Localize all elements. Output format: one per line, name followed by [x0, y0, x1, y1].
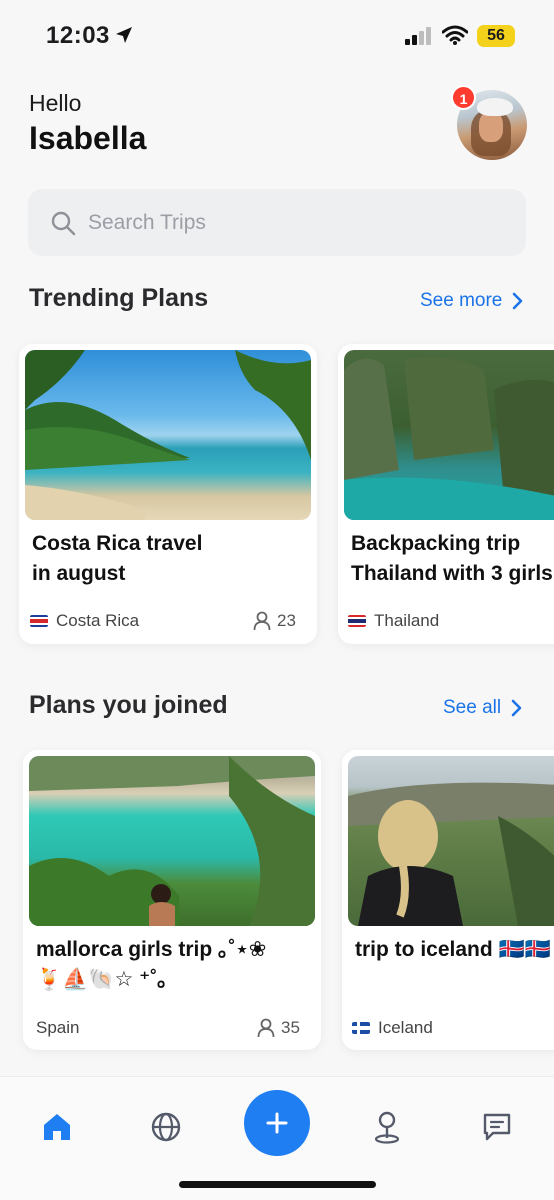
location-arrow-icon: [115, 26, 133, 49]
status-bar: 12:03 56: [0, 0, 554, 70]
chat-icon: [483, 1113, 511, 1141]
trip-title-line1: Backpacking trip: [351, 532, 521, 555]
trip-title: mallorca girls trip ｡˚⋆❀ 🍹⛵🐚☆ ⁺˚｡: [36, 935, 266, 995]
trip-title: Backpacking trip Thailand with 3 girls: [351, 529, 553, 589]
trip-members-count: 35: [281, 1018, 300, 1037]
plans-joined-title: Plans you joined: [29, 691, 228, 719]
trip-title: trip to iceland 🇮🇸🇮🇸: [355, 935, 551, 965]
trip-photo: [344, 350, 554, 520]
search-icon: [50, 210, 76, 241]
home-indicator: [179, 1181, 376, 1188]
trip-card[interactable]: Backpacking trip Thailand with 3 girls T…: [338, 344, 554, 644]
greeting: Hello: [29, 90, 82, 116]
person-icon: [253, 611, 271, 631]
avatar-hat: [477, 98, 513, 116]
trip-photo: [25, 350, 311, 520]
trending-plans-title: Trending Plans: [29, 284, 209, 312]
trip-title-line1: trip to iceland 🇮🇸🇮🇸: [355, 938, 551, 961]
thailand-flag-icon: [348, 615, 366, 627]
costa-rica-flag-icon: [30, 615, 48, 627]
beach-illustration: [25, 350, 311, 520]
location-pin-icon: [374, 1111, 400, 1144]
see-more-link[interactable]: See more: [420, 290, 524, 312]
trip-country: Thailand: [348, 611, 439, 631]
chevron-right-icon: [511, 699, 522, 717]
chevron-right-icon: [513, 292, 523, 310]
trip-country: Iceland: [352, 1018, 433, 1038]
cliffs-illustration: [344, 356, 554, 520]
see-more-label: See more: [420, 290, 503, 311]
search-input[interactable]: [88, 189, 508, 256]
trip-members: 35: [257, 1018, 300, 1038]
person-icon: [257, 1018, 275, 1038]
trip-country-label: Spain: [36, 1018, 80, 1037]
trip-title-line2: 🍹⛵🐚☆ ⁺˚｡: [36, 968, 168, 991]
trip-card[interactable]: mallorca girls trip ｡˚⋆❀ 🍹⛵🐚☆ ⁺˚｡ Spain …: [23, 750, 321, 1050]
add-trip-button[interactable]: [244, 1090, 310, 1156]
trip-card[interactable]: Costa Rica travel in august Costa Rica 2…: [19, 344, 317, 644]
trip-members: 23: [253, 611, 296, 631]
add-icon: [266, 1112, 288, 1134]
trip-country: Costa Rica: [30, 611, 139, 631]
trip-title: Costa Rica travel in august: [32, 529, 202, 589]
trip-card[interactable]: trip to iceland 🇮🇸🇮🇸 Iceland: [342, 750, 554, 1050]
trip-country-label: Costa Rica: [56, 611, 140, 630]
cove-illustration: [29, 756, 315, 926]
tab-home[interactable]: [37, 1107, 77, 1147]
cellular-signal-icon: [405, 27, 433, 50]
trip-title-line1: Costa Rica travel: [32, 532, 203, 555]
globe-icon: [151, 1112, 181, 1142]
wifi-icon: [441, 25, 469, 50]
see-all-link[interactable]: See all: [443, 697, 523, 719]
trip-members-count: 23: [277, 611, 296, 630]
see-all-label: See all: [443, 697, 502, 718]
battery-indicator: 56: [477, 25, 515, 47]
iceland-illustration: [348, 782, 554, 926]
trip-title-line1: mallorca girls trip ｡˚⋆❀: [36, 938, 267, 961]
trip-country-label: Thailand: [374, 611, 440, 630]
trip-title-line2: Thailand with 3 girls: [351, 562, 553, 585]
trip-country-label: Iceland: [378, 1018, 433, 1037]
notification-badge[interactable]: 1: [451, 85, 476, 110]
trip-country: Spain: [36, 1018, 79, 1038]
avatar-face: [479, 112, 503, 142]
home-icon: [44, 1114, 70, 1140]
trip-photo: [348, 756, 554, 926]
user-name: Isabella: [29, 120, 147, 156]
tab-messages[interactable]: [477, 1107, 517, 1147]
trip-title-line2: in august: [32, 562, 126, 585]
tab-explore[interactable]: [146, 1107, 186, 1147]
tab-places[interactable]: [367, 1107, 407, 1147]
trip-photo: [29, 756, 315, 926]
status-time: 12:03: [46, 22, 110, 49]
iceland-flag-icon: [352, 1022, 370, 1034]
search-bar[interactable]: [28, 189, 526, 256]
